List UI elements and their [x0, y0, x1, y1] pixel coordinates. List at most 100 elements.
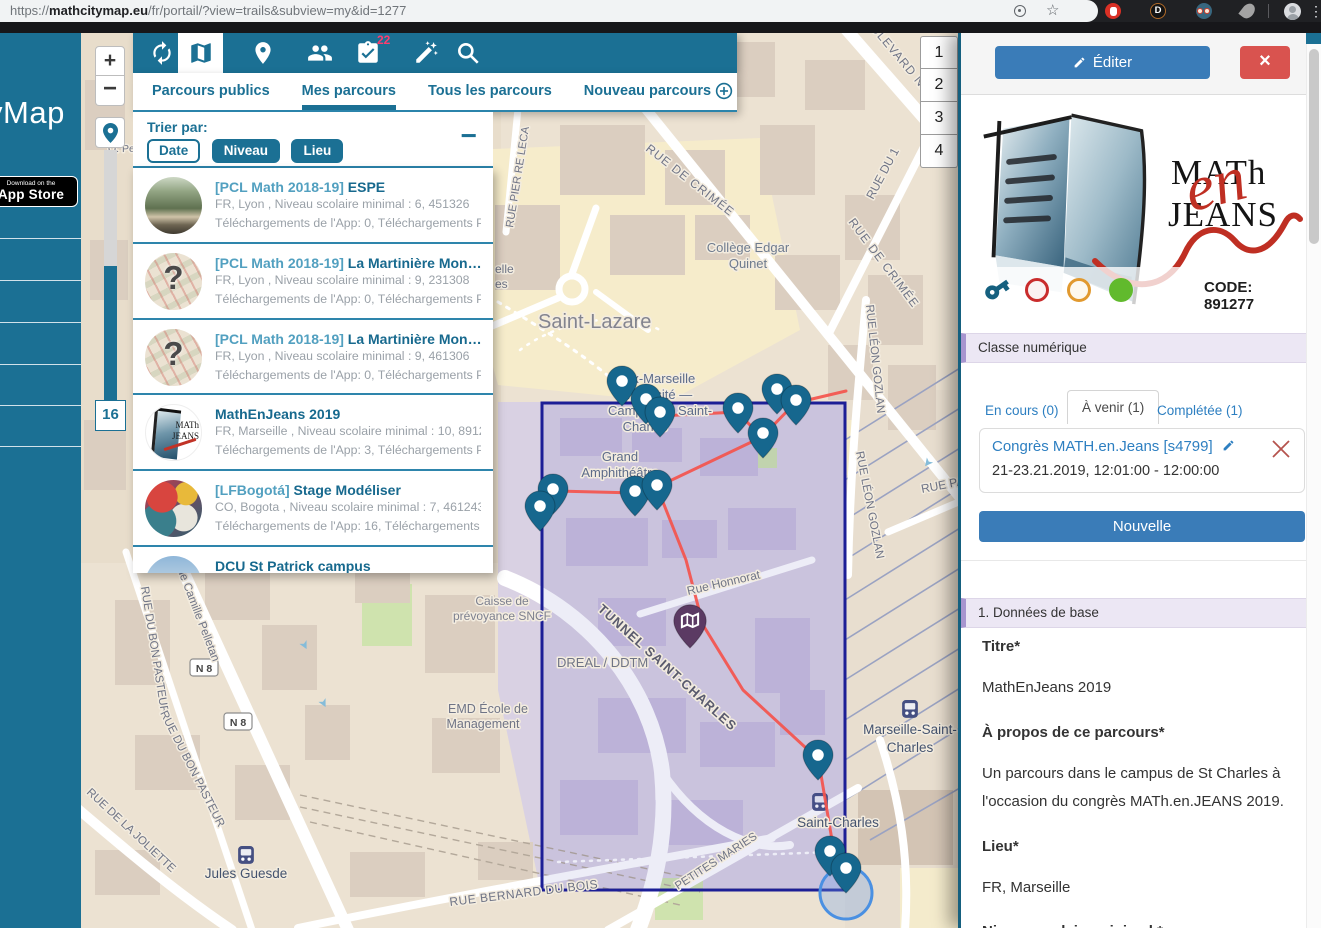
- metro-station-icon: [238, 846, 254, 864]
- url-text: https://mathcitymap.eu/fr/portail/?view=…: [10, 0, 406, 22]
- tasks-pin-icon[interactable]: [250, 40, 276, 66]
- wizard-wand-icon[interactable]: [413, 40, 439, 66]
- session-link[interactable]: Congrès MATH.en.Jeans [s4799]: [992, 438, 1213, 455]
- extension-character-icon[interactable]: [1196, 3, 1212, 19]
- map-label: elle: [495, 262, 514, 276]
- trails-map-icon[interactable]: [188, 40, 214, 66]
- map-label: Quinet: [729, 256, 768, 271]
- extension-d-icon[interactable]: D: [1150, 3, 1166, 19]
- sidebar-divider: [0, 238, 81, 239]
- site-sidebar: yMap Download on the App Store: [0, 33, 81, 928]
- search-icon[interactable]: [455, 40, 481, 66]
- sidebar-divider: [0, 364, 81, 365]
- trail-thumbnail: [145, 480, 202, 537]
- trail-list-item[interactable]: [PCL Math 2018-19] ESPE FR, Lyon , Nivea…: [133, 168, 493, 244]
- trail-thumbnail: ?: [145, 253, 202, 310]
- detail-header: Éditer ×: [961, 33, 1306, 95]
- trails-list: [PCL Math 2018-19] ESPE FR, Lyon , Nivea…: [133, 168, 493, 573]
- layer-button-3[interactable]: 3: [920, 102, 958, 135]
- field-value-lieu: FR, Marseille: [982, 874, 1287, 903]
- browser-menu-icon[interactable]: ⋮: [1309, 1, 1321, 21]
- classtab-en-cours[interactable]: En cours (0): [985, 403, 1059, 418]
- tab-nouveau-parcours[interactable]: Nouveau parcours: [584, 73, 733, 110]
- adblock-extension-icon[interactable]: [1105, 3, 1121, 19]
- crosshair-icon[interactable]: [1014, 5, 1026, 17]
- new-session-button[interactable]: Nouvelle: [979, 511, 1305, 542]
- trail-base-data: Titre* MathEnJeans 2019 À propos de ce p…: [982, 638, 1287, 928]
- review-badge-count: 22: [377, 33, 390, 47]
- groups-icon[interactable]: [307, 40, 333, 66]
- section-donnees-de-base[interactable]: 1. Données de base: [961, 598, 1306, 628]
- plus-circle-icon: [715, 82, 733, 100]
- trail-list-item[interactable]: ? [PCL Math 2018-19] La Martinière Mon… …: [133, 244, 493, 320]
- panel-scrollbar[interactable]: [1306, 33, 1321, 928]
- field-value-titre: MathEnJeans 2019: [982, 674, 1287, 703]
- trail-code: CODE: 891277: [1204, 279, 1306, 313]
- status-green-circle[interactable]: [1109, 278, 1133, 302]
- window-frame: [0, 22, 1321, 33]
- divider: [1268, 4, 1269, 18]
- appstore-badge[interactable]: Download on the App Store: [0, 176, 78, 207]
- sidebar-divider: [0, 280, 81, 281]
- pencil-icon: [1073, 56, 1086, 69]
- map-zoom-slider-fill[interactable]: [104, 266, 117, 400]
- map-label: Charles: [887, 740, 934, 755]
- trail-list-item[interactable]: ? [PCL Math 2018-19] La Martinière Mon… …: [133, 320, 493, 396]
- map-zoom-level: 16: [95, 400, 126, 431]
- trail-thumbnail: ?: [145, 329, 202, 386]
- close-panel-button[interactable]: ×: [1240, 46, 1290, 79]
- status-orange-circle[interactable]: [1067, 278, 1091, 302]
- classtab-a-venir-active[interactable]: À venir (1): [1067, 390, 1159, 424]
- browser-profile-avatar[interactable]: [1284, 3, 1301, 20]
- map-label: EMD École de: [448, 701, 528, 716]
- status-red-circle[interactable]: [1025, 278, 1049, 302]
- feather-extension-icon[interactable]: [1238, 1, 1257, 21]
- collapse-list-button[interactable]: −: [461, 126, 477, 146]
- trails-tabs: Parcours publics Mes parcours Tous les p…: [133, 73, 737, 112]
- edit-button[interactable]: Éditer: [995, 46, 1210, 79]
- key-icon[interactable]: [983, 275, 1011, 303]
- layer-button-2[interactable]: 2: [920, 69, 958, 102]
- browser-toolbar: https://mathcitymap.eu/fr/portail/?view=…: [0, 0, 1321, 22]
- site-logo: yMap: [0, 95, 65, 131]
- trails-toolbar: 22: [133, 33, 737, 73]
- bookmark-star-icon[interactable]: ☆: [1046, 0, 1059, 22]
- sort-bar: Trier par: Date Niveau Lieu −: [133, 112, 493, 168]
- glasses-icon: [1204, 8, 1210, 14]
- appstore-line2: App Store: [0, 187, 77, 202]
- delete-session-icon[interactable]: [1270, 438, 1292, 460]
- map-label: es: [495, 277, 508, 291]
- field-label-apropos: À propos de ce parcours*: [982, 724, 1287, 741]
- scrollbar-thumb[interactable]: [1309, 49, 1319, 244]
- layer-button-1[interactable]: 1: [920, 36, 958, 69]
- train-station-icon: [902, 700, 918, 718]
- map-zoom-in-button[interactable]: +: [95, 46, 125, 76]
- map-label: prévoyance SNCF: [453, 609, 551, 623]
- trail-list-item[interactable]: DCU St Patrick campus: [133, 547, 493, 573]
- sync-icon[interactable]: [149, 40, 175, 66]
- field-value-apropos: Un parcours dans le campus de St Charles…: [982, 760, 1287, 817]
- field-label-niveau: Niveau scolaire minimal *: [982, 923, 1287, 928]
- trail-list-item-selected[interactable]: MAThJEANS MathEnJeans 2019 FR, Marseille…: [133, 395, 493, 471]
- layer-button-4[interactable]: 4: [920, 135, 958, 168]
- trail-list-item[interactable]: [LFBogotá] Stage Modéliser CO, Bogota , …: [133, 471, 493, 547]
- map-locate-button[interactable]: [95, 117, 125, 148]
- tab-mes-parcours[interactable]: Mes parcours: [302, 73, 396, 110]
- map-label: Saint-Charles: [797, 815, 879, 830]
- sidebar-divider: [0, 322, 81, 323]
- map-label: Marseille-Saint-: [863, 722, 957, 737]
- sort-date-button[interactable]: Date: [147, 139, 200, 163]
- tab-tous-les-parcours[interactable]: Tous les parcours: [428, 73, 552, 110]
- map-zoom-out-button[interactable]: −: [95, 76, 125, 106]
- trail-detail-panel: Éditer × MATh JEAN: [958, 33, 1321, 928]
- address-bar[interactable]: https://mathcitymap.eu/fr/portail/?view=…: [0, 0, 1098, 22]
- classtab-completee[interactable]: Complétée (1): [1157, 403, 1243, 418]
- field-label-lieu: Lieu*: [982, 838, 1287, 855]
- section-classe-numerique[interactable]: Classe numérique: [961, 333, 1306, 363]
- sort-niveau-button[interactable]: Niveau: [212, 139, 280, 163]
- tab-parcours-publics[interactable]: Parcours publics: [152, 73, 270, 110]
- sort-lieu-button[interactable]: Lieu: [291, 139, 343, 163]
- map-label: Grand: [602, 449, 638, 464]
- pencil-icon[interactable]: [1222, 439, 1235, 452]
- app-window: N 8N 8Saint-LazareCollège EdgarQuinetAix…: [0, 0, 1321, 928]
